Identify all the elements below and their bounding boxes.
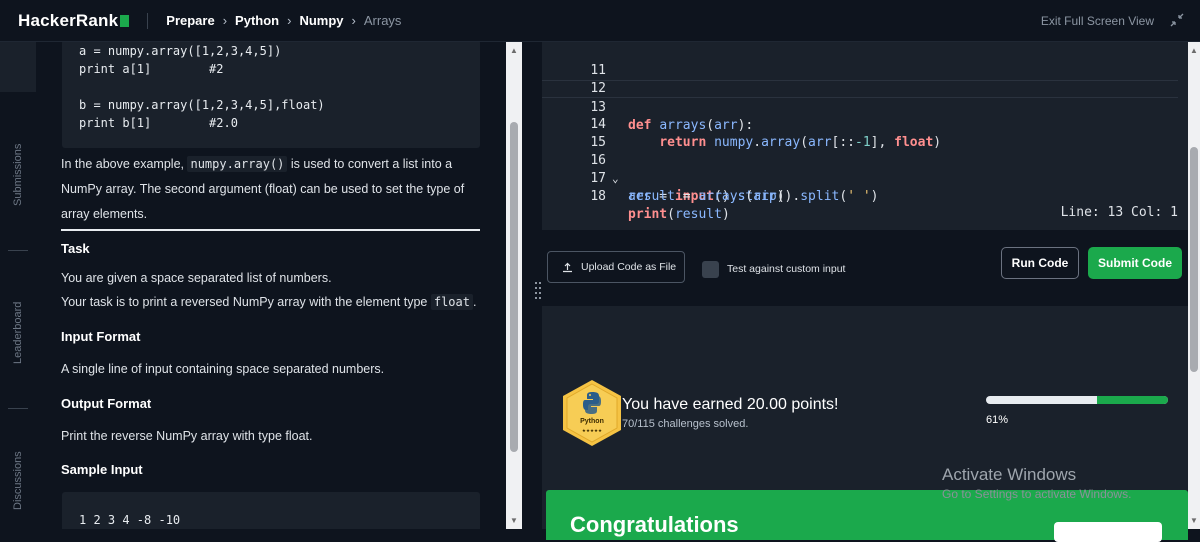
scrollbar-thumb[interactable] [1190,147,1198,372]
task-line-1: You are given a space separated list of … [61,271,332,285]
custom-input-checkbox[interactable] [702,261,719,278]
custom-input-label[interactable]: Test against custom input [727,263,845,275]
code-text: print(result) [628,207,730,222]
next-challenge-button[interactable] [1054,522,1162,542]
tab-submissions-label: Submissions [12,143,24,206]
tab-discussions[interactable]: Discussions [0,422,36,529]
sample-input: 1 2 3 4 -8 -10 [79,513,181,527]
code-line[interactable]: 17 result = arrays(arr) [542,152,1178,204]
vertical-tab-active[interactable] [0,42,36,92]
breadcrumb-prepare[interactable]: Prepare [166,13,214,28]
output-format-text: Print the reverse NumPy array with type … [61,429,313,443]
congratulations-title: Congratulations [570,512,739,537]
problem-scrollbar[interactable]: ▲ ▼ [506,42,534,529]
page-scrollbar[interactable]: ▲ ▼ [1188,42,1200,529]
tab-leaderboard-label: Leaderboard [12,301,24,364]
badge-label: Python [580,418,604,425]
scroll-down-icon[interactable]: ▼ [510,516,518,525]
hackerrank-logo[interactable]: HackerRank [18,10,130,31]
code-line[interactable]: 12 [542,62,1178,96]
logo-square-icon [120,14,130,27]
example-code-block: a = numpy.array([1,2,3,4,5]) print a[1] … [62,42,480,148]
example-code: a = numpy.array([1,2,3,4,5]) print a[1] … [79,44,325,130]
badge-stars: ★★★★★ [582,428,602,434]
progress-fill [1097,396,1168,404]
sample-input-heading: Sample Input [61,462,143,477]
chevron-right-icon: › [351,13,356,28]
chevron-right-icon: › [222,13,228,28]
code-line[interactable]: 16 ⌄ arr = input().strip().split(' ') [542,134,1178,204]
activate-windows-subtitle: Go to Settings to activate Windows. [942,487,1132,501]
input-format-heading: Input Format [61,329,141,344]
progress-percent: 61% [986,414,1009,426]
sample-input-block: 1 2 3 4 -8 -10 [62,492,480,529]
run-code-button[interactable]: Run Code [1001,247,1079,279]
task-line-2-code: float [430,294,473,310]
header-divider [147,12,149,29]
activate-windows-title: Activate Windows [942,465,1077,484]
chevron-right-icon: › [287,13,292,28]
exit-fullscreen-link[interactable]: Exit Full Screen View [1041,14,1154,28]
challenges-solved-text: 70/115 challenges solved. [622,418,749,430]
task-line-2: Your task is to print a reversed NumPy a… [61,290,481,315]
code-line[interactable]: 14 return numpy.array(arr[::-1], float) [542,98,1178,150]
breadcrumb-python[interactable]: Python [235,13,279,28]
points-earned-text: You have earned 20.00 points! [622,396,839,413]
task-line-2-after: . [472,295,477,309]
section-divider [61,229,480,231]
scrollbar-thumb[interactable] [510,122,518,452]
breadcrumb-current: Arrays [363,13,402,28]
task-heading: Task [61,241,90,256]
explanation-code: numpy.array() [187,156,288,172]
line-number: 18 [590,189,606,204]
editor-lines[interactable]: 11 12 13 def arrays(arr): 14 return nump… [542,42,1188,222]
breadcrumb-numpy[interactable]: Numpy [299,13,343,28]
tab-divider [8,408,28,409]
logo-text: HackerRank [18,10,119,30]
problem-statement: a = numpy.array([1,2,3,4,5]) print a[1] … [36,42,506,529]
upload-code-button[interactable]: Upload Code as File [547,251,685,283]
code-line-active[interactable]: 13 def arrays(arr): [542,80,1178,133]
scroll-down-icon[interactable]: ▼ [1190,516,1198,525]
upload-code-label: Upload Code as File [581,261,677,273]
code-line[interactable]: 15 [542,116,1178,150]
top-bar: HackerRank Prepare › Python › Numpy › Ar… [0,0,1200,42]
scroll-up-icon[interactable]: ▲ [510,46,518,55]
output-format-heading: Output Format [61,396,152,411]
cursor-position: Line: 13 Col: 1 [1060,205,1178,220]
tab-leaderboard[interactable]: Leaderboard [0,272,36,402]
tab-discussions-label: Discussions [12,451,24,510]
result-panel: Python ★★★★★ You have earned 20.00 point… [542,306,1188,542]
explanation-before: In the above example, [61,157,188,171]
panel-gutter [522,42,534,529]
code-text: result = arrays(arr) [628,189,785,204]
resize-handle-icon[interactable] [534,280,542,302]
upload-icon [563,262,572,272]
input-format-text: A single line of input containing space … [61,362,385,376]
vertical-tabs: Submissions Leaderboard Discussions [0,42,36,529]
tab-submissions[interactable]: Submissions [0,102,36,232]
explanation-text: In the above example, numpy.array() is u… [61,152,481,227]
scroll-up-icon[interactable]: ▲ [1190,46,1198,55]
code-line[interactable]: 18 print(result) [542,170,1178,222]
submit-code-button[interactable]: Submit Code [1088,247,1182,279]
collapse-icon[interactable] [1170,13,1184,27]
tab-divider [8,250,28,251]
progress-bar [986,396,1168,404]
python-badge-icon: Python ★★★★★ [563,380,621,446]
code-editor[interactable]: 11 12 13 def arrays(arr): 14 return nump… [542,42,1188,230]
code-line[interactable]: 11 [542,44,1178,78]
editor-actions: Upload Code as File Test against custom … [542,230,1188,306]
task-line-2-before: Your task is to print a reversed NumPy a… [61,295,431,309]
